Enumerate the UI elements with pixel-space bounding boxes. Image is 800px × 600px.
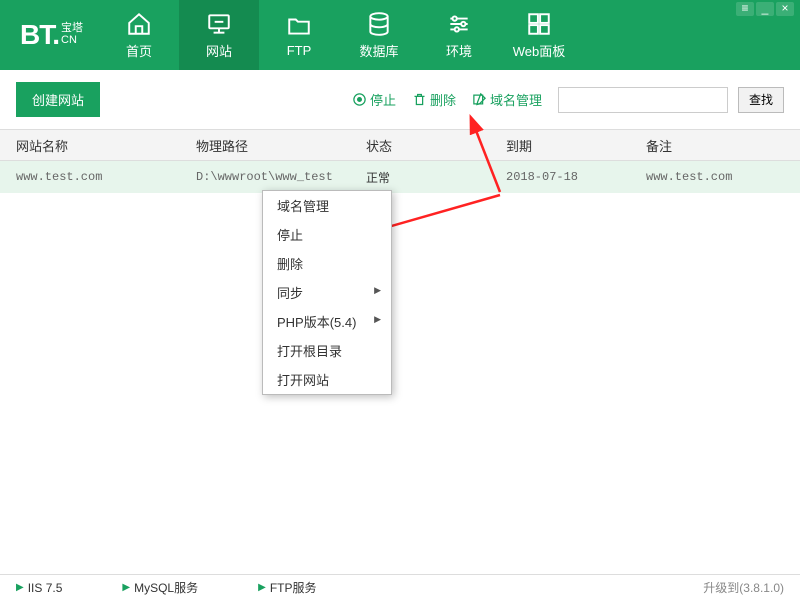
logo-sub: 宝塔 CN	[61, 23, 83, 46]
create-site-button[interactable]: 创建网站	[16, 82, 100, 117]
nav-ftp[interactable]: FTP	[259, 0, 339, 70]
context-menu: 域名管理 停止 删除 同步▶ PHP版本(5.4)▶ 打开根目录 打开网站	[262, 190, 392, 395]
trash-icon	[412, 92, 427, 107]
col-path[interactable]: 物理路径	[180, 136, 350, 155]
upgrade-link[interactable]: 升级到(3.8.1.0)	[703, 579, 784, 596]
status-mysql[interactable]: ▶MySQL服务	[122, 579, 198, 596]
ctx-php[interactable]: PHP版本(5.4)▶	[263, 307, 391, 336]
nav-db[interactable]: 数据库	[339, 0, 419, 70]
header: BT. 宝塔 CN 首页 网站 FTP 数据库 环境 Web面板	[0, 0, 800, 70]
play-icon: ▶	[122, 582, 130, 593]
domain-action[interactable]: 域名管理	[472, 90, 542, 109]
ctx-sync[interactable]: 同步▶	[263, 278, 391, 307]
nav-env[interactable]: 环境	[419, 0, 499, 70]
cell-note: www.test.com	[630, 170, 800, 184]
cell-status: 正常	[350, 169, 490, 186]
home-icon	[126, 11, 152, 37]
play-icon: ▶	[16, 582, 24, 593]
search-input[interactable]	[558, 87, 728, 113]
ctx-stop[interactable]: 停止	[263, 220, 391, 249]
delete-action[interactable]: 删除	[412, 90, 456, 109]
cell-expire: 2018-07-18	[490, 170, 630, 184]
ctx-open-site[interactable]: 打开网站	[263, 365, 391, 394]
toolbar: 创建网站 停止 删除 域名管理 查找	[0, 70, 800, 129]
monitor-icon	[206, 11, 232, 37]
chevron-right-icon: ▶	[374, 285, 381, 296]
grid-icon	[526, 11, 552, 37]
ctx-domain[interactable]: 域名管理	[263, 191, 391, 220]
col-note[interactable]: 备注	[630, 136, 800, 155]
nav-site[interactable]: 网站	[179, 0, 259, 70]
minimize-button[interactable]: _	[756, 2, 774, 16]
logo: BT. 宝塔 CN	[0, 19, 99, 51]
database-icon	[366, 11, 392, 37]
search-button[interactable]: 查找	[738, 87, 784, 113]
status-ftp[interactable]: ▶FTP服务	[258, 579, 316, 596]
col-expire[interactable]: 到期	[490, 136, 630, 155]
close-button[interactable]: ×	[776, 2, 794, 16]
col-name[interactable]: 网站名称	[0, 136, 180, 155]
nav: 首页 网站 FTP 数据库 环境 Web面板	[99, 0, 579, 70]
table-header: 网站名称 物理路径 状态 到期 备注	[0, 129, 800, 161]
folder-icon	[286, 13, 312, 39]
chevron-right-icon: ▶	[374, 314, 381, 325]
ctx-delete[interactable]: 删除	[263, 249, 391, 278]
window-controls: ≡ _ ×	[736, 2, 794, 16]
col-status[interactable]: 状态	[350, 136, 490, 155]
menu-icon[interactable]: ≡	[736, 2, 754, 16]
cell-name: www.test.com	[0, 170, 180, 184]
stop-action[interactable]: 停止	[352, 90, 396, 109]
ctx-open-root[interactable]: 打开根目录	[263, 336, 391, 365]
status-iis[interactable]: ▶IIS 7.5	[16, 581, 62, 595]
nav-home[interactable]: 首页	[99, 0, 179, 70]
statusbar: ▶IIS 7.5 ▶MySQL服务 ▶FTP服务 升级到(3.8.1.0)	[0, 574, 800, 600]
logo-text: BT.	[20, 19, 59, 51]
nav-panel[interactable]: Web面板	[499, 0, 579, 70]
sliders-icon	[446, 11, 472, 37]
edit-icon	[472, 92, 487, 107]
stop-icon	[352, 92, 367, 107]
table-row[interactable]: www.test.com D:\wwwroot\www_test 正常 2018…	[0, 161, 800, 193]
cell-path: D:\wwwroot\www_test	[180, 170, 350, 184]
play-icon: ▶	[258, 582, 266, 593]
